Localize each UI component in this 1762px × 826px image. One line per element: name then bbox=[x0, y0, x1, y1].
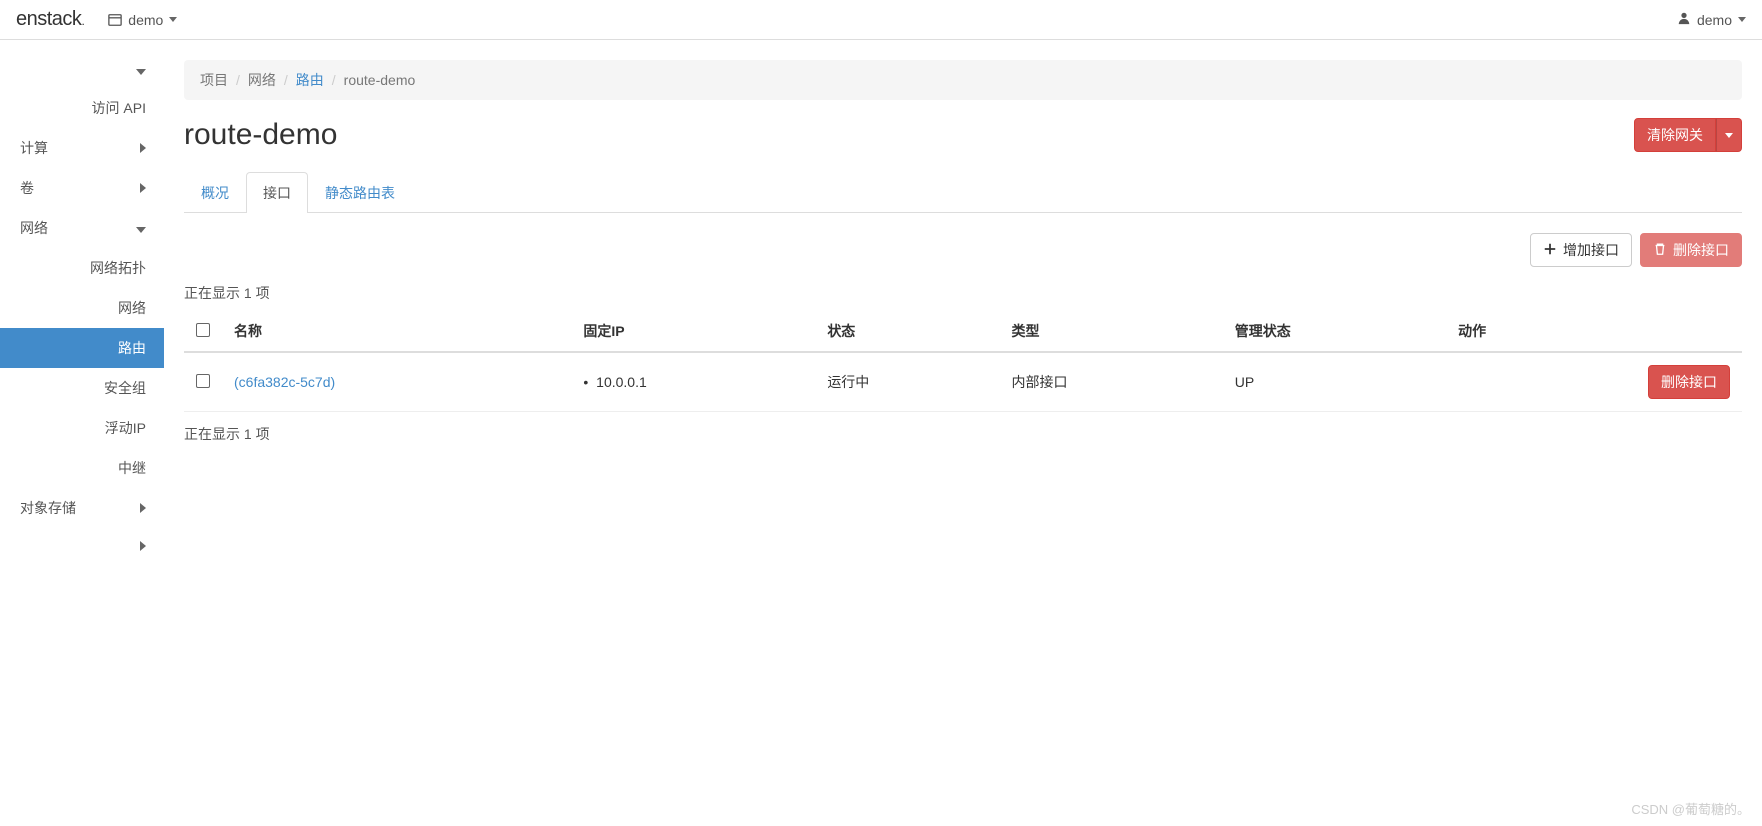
caret-down-icon bbox=[169, 17, 177, 22]
sidebar-item-label: 网络拓扑 bbox=[90, 258, 146, 278]
clear-gateway-button[interactable]: 清除网关 bbox=[1634, 118, 1716, 152]
chevron-down-icon bbox=[136, 62, 146, 78]
sidebar-item-label: 路由 bbox=[118, 338, 146, 358]
sidebar-item-object-storage[interactable]: 对象存储 bbox=[0, 488, 164, 528]
interface-name-link[interactable]: (c6fa382c-5c7d) bbox=[234, 374, 335, 390]
header-actions: 动作 bbox=[1446, 311, 1742, 352]
sidebar-item-label: 网络 bbox=[20, 218, 48, 238]
delete-interface-button[interactable]: 删除接口 bbox=[1648, 365, 1730, 399]
watermark: CSDN @葡萄糖的。 bbox=[1631, 799, 1750, 818]
sidebar-item-label: 计算 bbox=[20, 138, 48, 158]
brand: enstack. bbox=[16, 8, 84, 31]
user-icon bbox=[1677, 11, 1691, 28]
trash-icon bbox=[1653, 242, 1667, 259]
main-content: 项目 / 网络 / 路由 / route-demo route-demo 清除网… bbox=[164, 40, 1762, 826]
chevron-down-icon bbox=[136, 220, 146, 236]
sidebar-item-floating-ips[interactable]: 浮动IP bbox=[0, 408, 164, 448]
sidebar-item-api[interactable]: 访问 API bbox=[0, 88, 164, 128]
table-count-bottom: 正在显示 1 项 bbox=[184, 424, 1742, 444]
sidebar-item-label: 网络 bbox=[118, 298, 146, 318]
row-admin-state-cell: UP bbox=[1223, 352, 1446, 412]
sidebar-item-networks[interactable]: 网络 bbox=[0, 288, 164, 328]
clear-gateway-button-group: 清除网关 bbox=[1634, 118, 1742, 152]
project-switcher[interactable]: demo bbox=[108, 12, 177, 28]
user-menu[interactable]: demo bbox=[1677, 11, 1746, 28]
row-action-cell: 删除接口 bbox=[1446, 352, 1742, 412]
row-fixed-ip-cell: 10.0.0.1 bbox=[571, 352, 815, 412]
row-checkbox-cell bbox=[184, 352, 222, 412]
page-header: route-demo 清除网关 bbox=[184, 118, 1742, 152]
fixed-ip-value: 10.0.0.1 bbox=[583, 374, 646, 390]
sidebar-item-security-groups[interactable]: 安全组 bbox=[0, 368, 164, 408]
sidebar-item-label: 中继 bbox=[118, 458, 146, 478]
navbar-left: enstack. demo bbox=[16, 8, 177, 31]
interfaces-table: 名称 固定IP 状态 类型 管理状态 动作 (c6fa382c-5c7d) bbox=[184, 311, 1742, 412]
tab-interfaces[interactable]: 接口 bbox=[246, 172, 308, 213]
sidebar-item-network[interactable]: 网络 bbox=[0, 208, 164, 248]
chevron-right-icon bbox=[140, 500, 146, 516]
chevron-right-icon bbox=[140, 538, 146, 554]
clear-gateway-dropdown[interactable] bbox=[1716, 118, 1742, 152]
caret-down-icon bbox=[1738, 17, 1746, 22]
header-name: 名称 bbox=[222, 311, 571, 352]
sidebar-item-unknown[interactable] bbox=[0, 528, 164, 564]
project-name: demo bbox=[128, 12, 163, 28]
button-label: 增加接口 bbox=[1563, 240, 1619, 260]
breadcrumb-sep: / bbox=[284, 72, 288, 88]
chevron-right-icon bbox=[140, 180, 146, 196]
table-header-row: 名称 固定IP 状态 类型 管理状态 动作 bbox=[184, 311, 1742, 352]
tab-static-routes[interactable]: 静态路由表 bbox=[308, 172, 412, 213]
breadcrumb-link-routers[interactable]: 路由 bbox=[296, 70, 324, 90]
delete-interfaces-button[interactable]: 删除接口 bbox=[1640, 233, 1742, 267]
tabs: 概况 接口 静态路由表 bbox=[184, 172, 1742, 213]
breadcrumb: 项目 / 网络 / 路由 / route-demo bbox=[184, 60, 1742, 100]
header-fixed-ip: 固定IP bbox=[571, 311, 815, 352]
chevron-right-icon bbox=[140, 140, 146, 156]
page-title: route-demo bbox=[184, 118, 337, 152]
header-checkbox bbox=[184, 311, 222, 352]
user-name: demo bbox=[1697, 12, 1732, 28]
sidebar-item-label: 卷 bbox=[20, 178, 34, 198]
sidebar-item-label: 访问 API bbox=[92, 98, 146, 118]
table-row: (c6fa382c-5c7d) 10.0.0.1 运行中 内部接口 UP 删除接… bbox=[184, 352, 1742, 412]
breadcrumb-sep: / bbox=[332, 72, 336, 88]
sidebar-item-compute[interactable]: 计算 bbox=[0, 128, 164, 168]
header-type: 类型 bbox=[1000, 311, 1223, 352]
row-name-cell: (c6fa382c-5c7d) bbox=[222, 352, 571, 412]
window-icon bbox=[108, 13, 122, 27]
breadcrumb-item: 网络 bbox=[248, 70, 276, 90]
plus-icon bbox=[1543, 242, 1557, 259]
action-bar: 增加接口 删除接口 bbox=[184, 233, 1742, 267]
breadcrumb-sep: / bbox=[236, 72, 240, 88]
add-interface-button[interactable]: 增加接口 bbox=[1530, 233, 1632, 267]
breadcrumb-current: route-demo bbox=[344, 72, 416, 88]
sidebar-item-routers[interactable]: 路由 bbox=[0, 328, 164, 368]
button-label: 删除接口 bbox=[1673, 240, 1729, 260]
row-checkbox[interactable] bbox=[196, 374, 210, 388]
checkbox-all[interactable] bbox=[196, 323, 210, 337]
sidebar-item-label: 浮动IP bbox=[105, 418, 146, 438]
sidebar: 访问 API 计算 卷 网络 网络拓扑 网络 路由 安全组 浮动IP bbox=[0, 40, 164, 826]
navbar: enstack. demo demo bbox=[0, 0, 1762, 40]
tab-overview[interactable]: 概况 bbox=[184, 172, 246, 213]
sidebar-item-topology[interactable]: 网络拓扑 bbox=[0, 248, 164, 288]
sidebar-collapse-toggle[interactable] bbox=[0, 52, 164, 88]
sidebar-item-trunks[interactable]: 中继 bbox=[0, 448, 164, 488]
header-status: 状态 bbox=[815, 311, 999, 352]
caret-down-icon bbox=[1725, 133, 1733, 138]
table-count-top: 正在显示 1 项 bbox=[184, 283, 1742, 303]
sidebar-item-volumes[interactable]: 卷 bbox=[0, 168, 164, 208]
sidebar-item-label: 对象存储 bbox=[20, 498, 76, 518]
sidebar-item-label: 安全组 bbox=[104, 378, 146, 398]
header-admin-state: 管理状态 bbox=[1223, 311, 1446, 352]
row-status-cell: 运行中 bbox=[815, 352, 999, 412]
row-type-cell: 内部接口 bbox=[1000, 352, 1223, 412]
breadcrumb-item: 项目 bbox=[200, 70, 228, 90]
